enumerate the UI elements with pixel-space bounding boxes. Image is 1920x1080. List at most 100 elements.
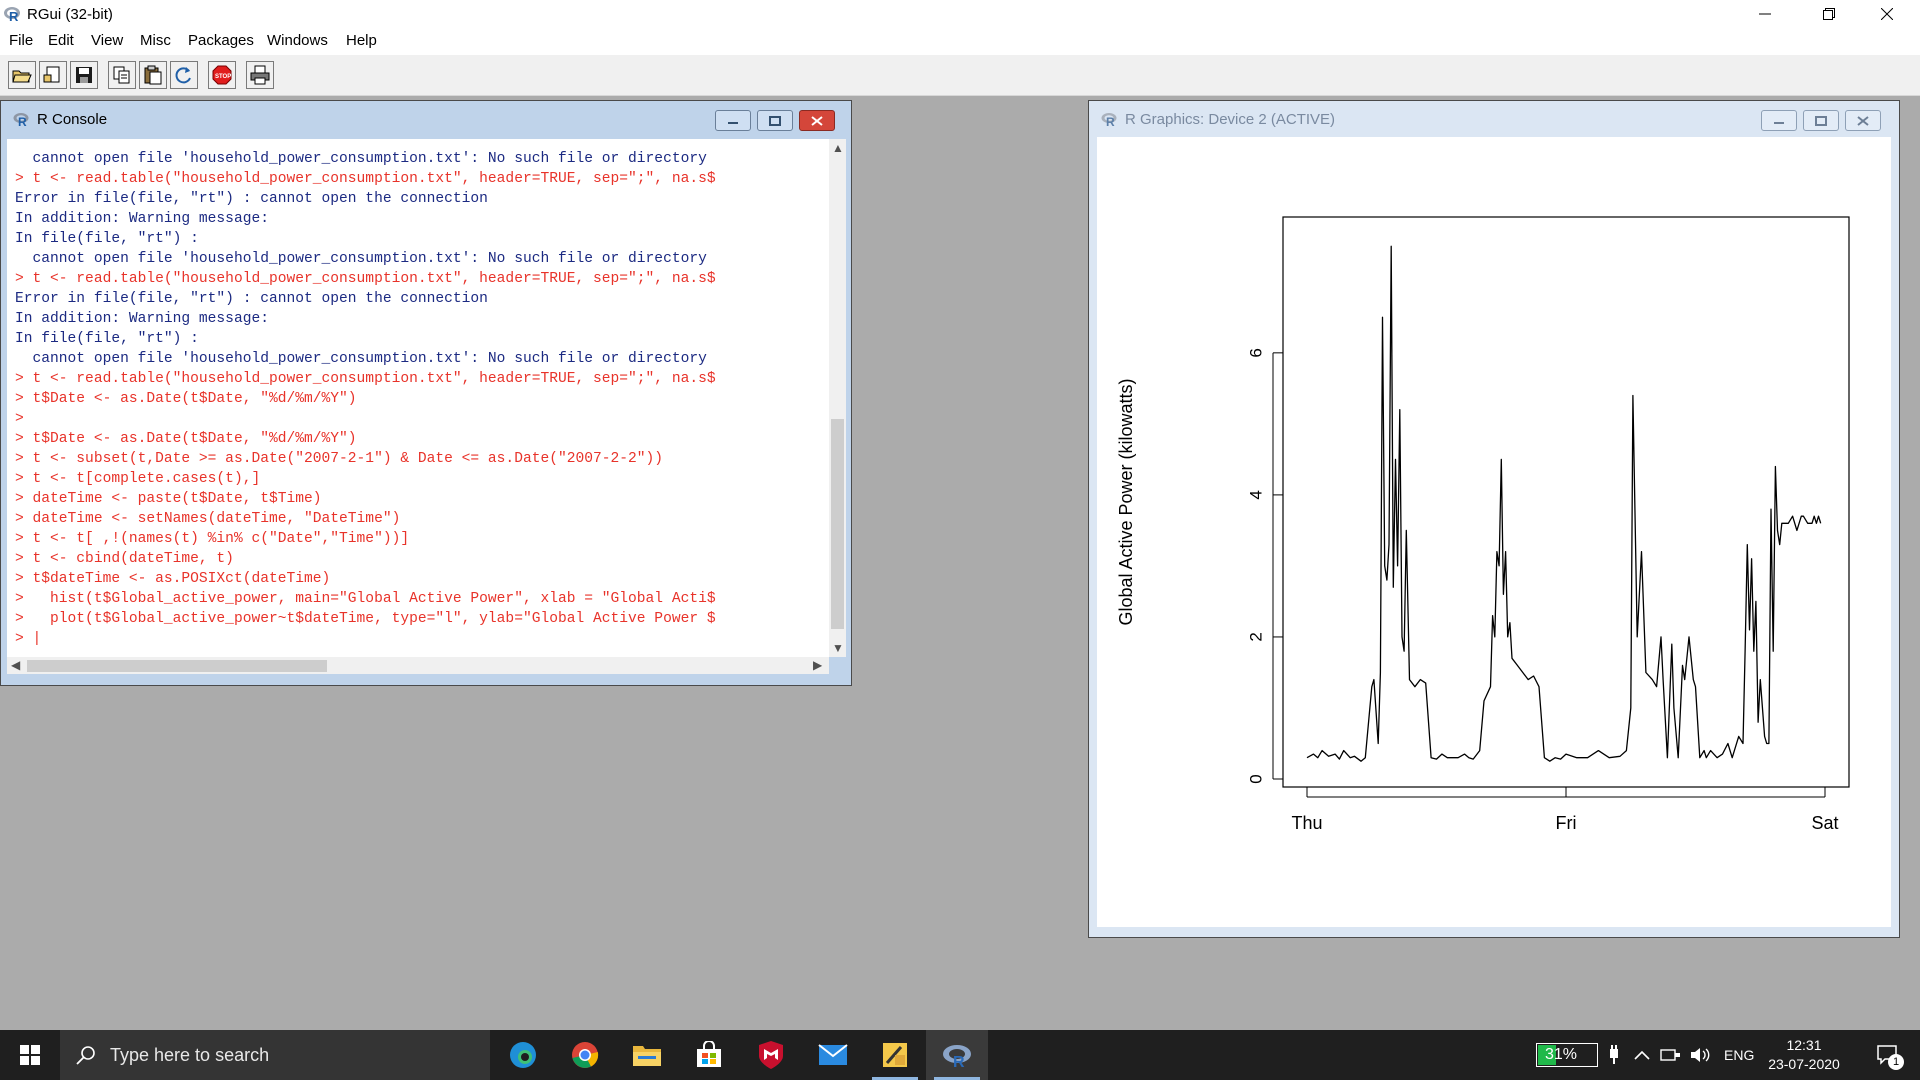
show-hidden-icons-button[interactable] bbox=[1634, 1030, 1650, 1080]
menu-packages[interactable]: Packages bbox=[188, 32, 254, 49]
close-icon bbox=[1881, 8, 1893, 20]
svg-text:R: R bbox=[18, 115, 27, 126]
console-maximize-button[interactable] bbox=[757, 110, 793, 131]
close-button[interactable] bbox=[1858, 0, 1916, 28]
menu-bar: File Edit View Misc Packages Windows Hel… bbox=[0, 28, 1920, 55]
taskbar-app-mail[interactable] bbox=[802, 1030, 864, 1080]
console-input-line: > t <- t[complete.cases(t),] bbox=[15, 471, 261, 487]
taskbar-app-chrome[interactable] bbox=[554, 1030, 616, 1080]
r-graphics-title: R Graphics: Device 2 (ACTIVE) bbox=[1125, 111, 1336, 128]
console-input-line: > t <- t[ ,!(names(t) %in% c("Date","Tim… bbox=[15, 531, 410, 547]
scroll-up-arrow-icon[interactable]: ▲ bbox=[832, 141, 844, 155]
edge-icon bbox=[510, 1042, 536, 1068]
clock-time: 12:31 bbox=[1786, 1037, 1822, 1053]
graphics-close-button[interactable] bbox=[1845, 110, 1881, 131]
graphics-minimize-button[interactable] bbox=[1761, 110, 1797, 131]
console-vertical-scrollbar[interactable]: ▲ ▼ bbox=[829, 139, 846, 657]
power-plug-icon[interactable] bbox=[1608, 1030, 1620, 1080]
clock-date: 23-07-2020 bbox=[1768, 1056, 1840, 1072]
close-icon bbox=[811, 115, 823, 126]
minimize-button[interactable] bbox=[1736, 0, 1794, 28]
plot-frame bbox=[1282, 216, 1850, 788]
search-icon bbox=[76, 1046, 95, 1065]
y-axis-label: Global Active Power (kilowatts) bbox=[1116, 378, 1136, 625]
console-output: cannot open file 'household_power_consum… bbox=[15, 149, 716, 649]
scroll-down-arrow-icon[interactable]: ▼ bbox=[832, 641, 844, 655]
copy-paste-button[interactable] bbox=[170, 61, 198, 89]
y-tick-label: 6 bbox=[1246, 348, 1265, 357]
console-input-line: > t$Date <- as.Date(t$Date, "%d/%m/%Y") bbox=[15, 431, 357, 447]
graphics-maximize-button[interactable] bbox=[1803, 110, 1839, 131]
menu-misc[interactable]: Misc bbox=[140, 32, 171, 49]
r-graphics-titlebar[interactable]: R R Graphics: Device 2 (ACTIVE) bbox=[1089, 101, 1899, 137]
x-tick-label: Thu bbox=[1291, 813, 1322, 833]
r-logo-icon: R bbox=[1101, 113, 1117, 126]
taskbar-app-r[interactable]: R bbox=[926, 1030, 988, 1080]
stop-button[interactable]: STOP bbox=[208, 61, 236, 89]
network-button[interactable] bbox=[1660, 1030, 1682, 1080]
r-app-icon: R bbox=[943, 1045, 971, 1068]
taskbar-app-sticky[interactable] bbox=[864, 1030, 926, 1080]
console-output-line: cannot open file 'household_power_consum… bbox=[15, 251, 707, 267]
start-button[interactable] bbox=[0, 1030, 60, 1080]
print-button[interactable] bbox=[246, 61, 274, 89]
console-vertical-scroll-thumb[interactable] bbox=[831, 419, 844, 629]
r-console-title: R Console bbox=[37, 111, 108, 128]
load-workspace-button[interactable] bbox=[39, 61, 67, 89]
language-indicator[interactable]: ENG bbox=[1724, 1030, 1754, 1080]
x-tick-label: Fri bbox=[1556, 813, 1577, 833]
console-input-line: > dateTime <- paste(t$Date, t$Time) bbox=[15, 491, 322, 507]
r-graphics-window[interactable]: R R Graphics: Device 2 (ACTIVE) 0 2 4 6 Thu F… bbox=[1088, 100, 1900, 938]
menu-edit[interactable]: Edit bbox=[48, 32, 74, 49]
menu-file[interactable]: File bbox=[9, 32, 33, 49]
console-text-area[interactable]: cannot open file 'household_power_consum… bbox=[7, 139, 829, 657]
console-output-line: In addition: Warning message: bbox=[15, 311, 269, 327]
taskbar-app-file-explorer[interactable] bbox=[616, 1030, 678, 1080]
scroll-right-arrow-icon[interactable]: ▶ bbox=[813, 658, 822, 672]
taskbar-app-edge[interactable] bbox=[492, 1030, 554, 1080]
plot-canvas[interactable]: 0 2 4 6 Thu Fri Sat Global Active Power (kilowa… bbox=[1097, 137, 1891, 927]
r-console-window[interactable]: R R Console cannot open file 'household_… bbox=[0, 100, 852, 686]
menu-windows[interactable]: Windows bbox=[267, 32, 328, 49]
battery-indicator[interactable]: 31% bbox=[1536, 1030, 1598, 1080]
r-logo-icon: R bbox=[13, 113, 29, 126]
copy-button[interactable] bbox=[108, 61, 136, 89]
taskbar-app-mcafee[interactable] bbox=[740, 1030, 802, 1080]
open-script-icon bbox=[12, 70, 32, 83]
store-icon bbox=[697, 1041, 721, 1067]
r-console-titlebar[interactable]: R R Console bbox=[1, 101, 851, 137]
menu-view[interactable]: View bbox=[91, 32, 123, 49]
print-icon bbox=[250, 65, 270, 85]
x-tick-label: Sat bbox=[1811, 813, 1838, 833]
menu-help[interactable]: Help bbox=[346, 32, 377, 49]
network-icon bbox=[1660, 1049, 1680, 1061]
restore-button[interactable] bbox=[1800, 0, 1858, 28]
copy-icon bbox=[113, 66, 130, 84]
console-close-button[interactable] bbox=[799, 110, 835, 131]
clock[interactable]: 12:31 23-07-2020 bbox=[1764, 1030, 1844, 1080]
y-tick-label: 4 bbox=[1246, 490, 1265, 499]
console-output-line: cannot open file 'household_power_consum… bbox=[15, 351, 707, 367]
search-placeholder: Type here to search bbox=[110, 1045, 270, 1065]
save-button[interactable] bbox=[70, 61, 98, 89]
app-titlebar: R RGui (32-bit) bbox=[0, 0, 1920, 28]
console-horizontal-scrollbar[interactable]: ◀ ▶ bbox=[7, 657, 829, 674]
console-output-line: In file(file, "rt") : bbox=[15, 331, 199, 347]
y-tick-label: 0 bbox=[1246, 774, 1265, 783]
volume-icon bbox=[1691, 1048, 1710, 1062]
taskbar-search-box[interactable]: Type here to search bbox=[60, 1030, 490, 1080]
taskbar-app-store[interactable] bbox=[678, 1030, 740, 1080]
scroll-left-arrow-icon[interactable]: ◀ bbox=[11, 658, 20, 672]
volume-button[interactable] bbox=[1690, 1030, 1712, 1080]
power-series-line bbox=[1306, 245, 1822, 762]
console-minimize-button[interactable] bbox=[715, 110, 751, 131]
battery-percent: 31% bbox=[1545, 1046, 1578, 1063]
console-horizontal-scroll-thumb[interactable] bbox=[27, 660, 327, 672]
minimize-icon bbox=[728, 121, 738, 124]
load-workspace-icon bbox=[43, 66, 60, 83]
y-tick-label: 2 bbox=[1246, 632, 1265, 641]
open-script-button[interactable] bbox=[8, 61, 36, 89]
console-output-line: Error in file(file, "rt") : cannot open … bbox=[15, 291, 488, 307]
notification-center-button[interactable]: 1 bbox=[1868, 1030, 1908, 1080]
paste-button[interactable] bbox=[139, 61, 167, 89]
